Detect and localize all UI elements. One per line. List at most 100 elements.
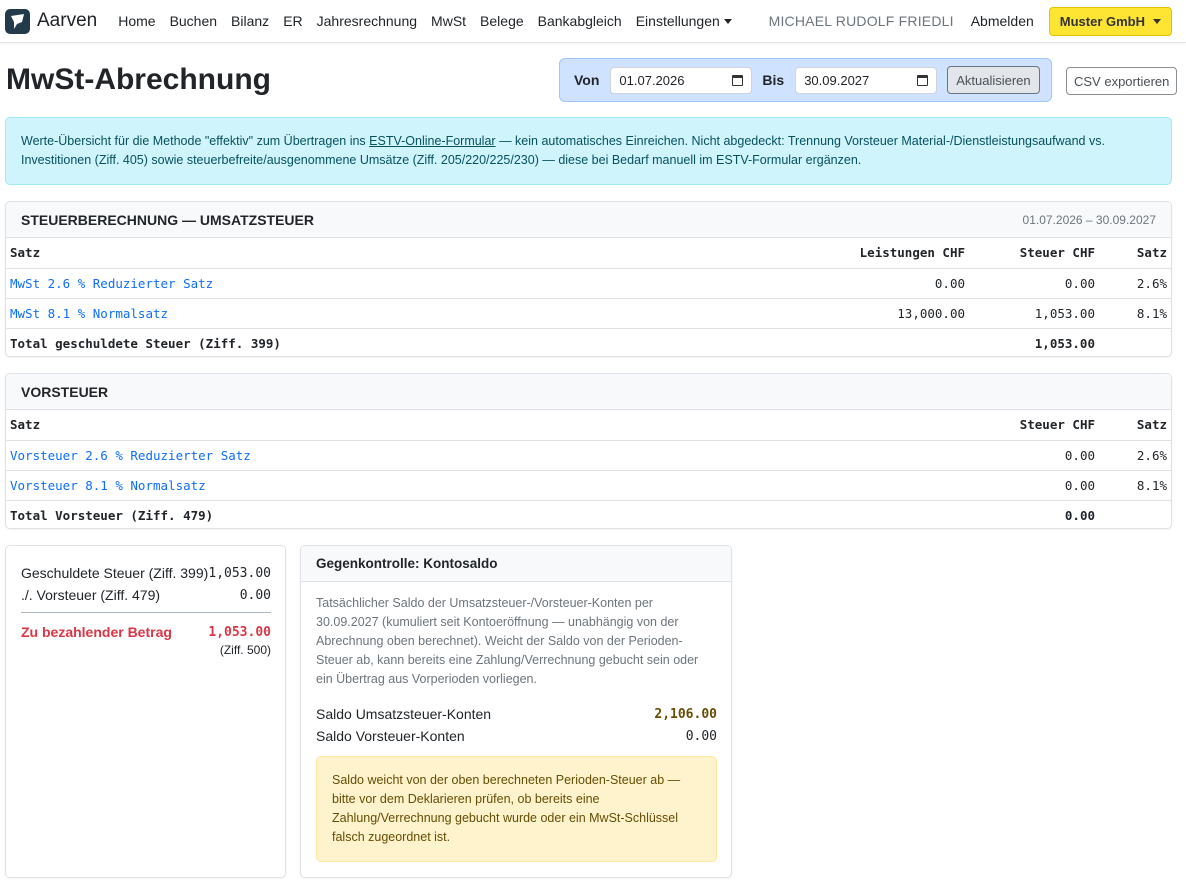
col-steuer: Steuer CHF	[969, 410, 1099, 441]
nav-er[interactable]: ER	[283, 13, 302, 29]
umsatzsteuer-table: Satz Leistungen CHF Steuer CHF Satz MwSt…	[6, 238, 1171, 356]
col-leistungen: Leistungen CHF	[839, 238, 969, 269]
satz-value: 2.6%	[1099, 440, 1171, 471]
umsatzsteuer-period: 01.07.2026 – 30.09.2027	[1022, 212, 1156, 227]
vorsteuer-card: VORSTEUER Satz Steuer CHF Satz Vorsteuer…	[5, 373, 1172, 529]
total-label: Total geschuldete Steuer (Ziff. 399)	[10, 335, 281, 351]
amount-due-note: (Ziff. 500)	[219, 643, 271, 657]
saldo-vorsteuer-value: 0.00	[685, 728, 717, 744]
period-filter: Von 01.07.2026 Bis 30.09.2027 Aktualisie…	[559, 58, 1052, 102]
col-steuer: Steuer CHF	[969, 238, 1099, 269]
owed-tax-row: Geschuldete Steuer (Ziff. 399) 1,053.00	[21, 562, 271, 584]
calendar-icon[interactable]	[732, 74, 744, 86]
refresh-button[interactable]: Aktualisieren	[947, 66, 1040, 94]
amount-due-value: 1,053.00	[208, 624, 271, 640]
to-label: Bis	[762, 72, 785, 88]
owed-tax-value: 1,053.00	[208, 565, 271, 581]
nav-bankabgleich[interactable]: Bankabgleich	[538, 13, 622, 29]
total-value: 1,053.00	[1034, 335, 1095, 351]
amount-due-label: Zu bezahlender Betrag	[21, 624, 172, 640]
nav-einstellungen-label: Einstellungen	[635, 13, 720, 29]
total-row: Total Vorsteuer (Ziff. 479) 0.00	[6, 500, 1171, 528]
chevron-down-icon	[1153, 18, 1161, 24]
col-satz-rate: Satz	[1099, 410, 1171, 441]
col-satz: Satz	[6, 410, 969, 441]
nav-buchen[interactable]: Buchen	[170, 13, 217, 29]
table-row: Vorsteuer 2.6 % Reduzierter Satz 0.00 2.…	[6, 440, 1171, 471]
page-title: MwSt-Abrechnung	[6, 63, 271, 96]
nav-einstellungen-dropdown[interactable]: Einstellungen	[636, 13, 732, 29]
logout-link[interactable]: Abmelden	[971, 13, 1034, 29]
saldo-umsatz-value: 2,106.00	[654, 706, 717, 722]
saldo-vorsteuer-label: Saldo Vorsteuer-Konten	[316, 728, 465, 744]
steuer-value: 0.00	[969, 268, 1099, 299]
aarven-logo-icon	[5, 8, 30, 34]
to-date-input[interactable]: 30.09.2027	[795, 66, 938, 94]
total-row: Total geschuldete Steuer (Ziff. 399) 1,0…	[6, 328, 1171, 356]
steuer-value: 0.00	[969, 470, 1099, 501]
leistungen-value: 13,000.00	[839, 298, 969, 329]
umsatzsteuer-title: STEUERBERECHNUNG — UMSATZSTEUER	[21, 211, 314, 228]
saldo-vorsteuer-row: Saldo Vorsteuer-Konten 0.00	[316, 725, 717, 747]
owed-tax-label: Geschuldete Steuer (Ziff. 399)	[21, 565, 209, 581]
calendar-icon[interactable]	[917, 74, 929, 86]
table-row: Vorsteuer 8.1 % Normalsatz 0.00 8.1%	[6, 470, 1171, 501]
steuer-value: 0.00	[969, 440, 1099, 471]
satz-value: 8.1%	[1099, 470, 1171, 501]
input-tax-value: 0.00	[239, 587, 271, 603]
table-header-row: Satz Steuer CHF Satz	[6, 410, 1171, 441]
rate-link-vorsteuer-reduziert[interactable]: Vorsteuer 2.6 % Reduzierter Satz	[10, 448, 251, 463]
brand[interactable]: Aarven	[5, 8, 98, 34]
info-alert: Werte-Übersicht für die Methode "effekti…	[5, 117, 1172, 185]
info-text-before: Werte-Übersicht für die Methode "effekti…	[21, 134, 370, 148]
satz-value: 8.1%	[1099, 298, 1171, 329]
table-header-row: Satz Leistungen CHF Steuer CHF Satz	[6, 238, 1171, 269]
control-card-header: Gegenkontrolle: Kontosaldo	[301, 546, 731, 582]
company-name: Muster GmbH	[1059, 13, 1145, 29]
rate-link-reduziert[interactable]: MwSt 2.6 % Reduzierter Satz	[10, 276, 213, 291]
from-date-input[interactable]: 01.07.2026	[610, 66, 753, 94]
divider	[21, 612, 271, 613]
navbar: Aarven Home Buchen Bilanz ER Jahresrechn…	[0, 0, 1186, 43]
total-value: 0.00	[1064, 507, 1095, 523]
nav-jahresrechnung[interactable]: Jahresrechnung	[317, 13, 417, 29]
user-name: MICHAEL RUDOLF FRIEDLI	[768, 13, 954, 29]
nav-belege[interactable]: Belege	[480, 13, 524, 29]
nav-home[interactable]: Home	[118, 13, 155, 29]
warning-alert: Saldo weicht von der oben berechneten Pe…	[316, 756, 717, 862]
rate-link-normal[interactable]: MwSt 8.1 % Normalsatz	[10, 306, 168, 321]
total-label: Total Vorsteuer (Ziff. 479)	[10, 507, 214, 523]
estv-form-link[interactable]: ESTV-Online-Formular	[369, 134, 495, 148]
col-satz-rate: Satz	[1099, 238, 1171, 269]
leistungen-value: 0.00	[839, 268, 969, 299]
saldo-umsatz-row: Saldo Umsatzsteuer-Konten 2,106.00	[316, 703, 717, 725]
amount-due-row: Zu bezahlender Betrag 1,053.00	[21, 621, 271, 643]
from-label: Von	[574, 72, 600, 88]
umsatzsteuer-card-header: STEUERBERECHNUNG — UMSATZSTEUER 01.07.20…	[6, 202, 1171, 238]
to-date-value: 30.09.2027	[804, 72, 870, 88]
col-satz: Satz	[6, 238, 839, 269]
input-tax-label: ./. Vorsteuer (Ziff. 479)	[21, 587, 161, 603]
vorsteuer-title: VORSTEUER	[21, 383, 109, 400]
company-switch-button[interactable]: Muster GmbH	[1048, 6, 1172, 36]
page-header: MwSt-Abrechnung Von 01.07.2026 Bis 30.09…	[0, 43, 1186, 117]
table-row: MwSt 8.1 % Normalsatz 13,000.00 1,053.00…	[6, 298, 1171, 329]
vorsteuer-table: Satz Steuer CHF Satz Vorsteuer 2.6 % Red…	[6, 410, 1171, 528]
nav-bilanz[interactable]: Bilanz	[231, 13, 269, 29]
brand-name: Aarven	[37, 10, 98, 31]
satz-value: 2.6%	[1099, 268, 1171, 299]
nav-mwst[interactable]: MwSt	[431, 13, 466, 29]
control-description: Tatsächlicher Saldo der Umsatzsteuer-/Vo…	[316, 596, 699, 686]
csv-export-button[interactable]: CSV exportieren	[1066, 67, 1178, 95]
umsatzsteuer-card: STEUERBERECHNUNG — UMSATZSTEUER 01.07.20…	[5, 201, 1172, 357]
summary-card: Geschuldete Steuer (Ziff. 399) 1,053.00 …	[5, 545, 286, 878]
control-title: Gegenkontrolle: Kontosaldo	[316, 556, 498, 571]
input-tax-row: ./. Vorsteuer (Ziff. 479) 0.00	[21, 584, 271, 606]
steuer-value: 1,053.00	[969, 298, 1099, 329]
table-row: MwSt 2.6 % Reduzierter Satz 0.00 0.00 2.…	[6, 268, 1171, 299]
rate-link-vorsteuer-normal[interactable]: Vorsteuer 8.1 % Normalsatz	[10, 478, 206, 493]
saldo-umsatz-label: Saldo Umsatzsteuer-Konten	[316, 706, 492, 722]
from-date-value: 01.07.2026	[619, 72, 685, 88]
control-card: Gegenkontrolle: Kontosaldo Tatsächlicher…	[300, 545, 732, 878]
vorsteuer-card-header: VORSTEUER	[6, 374, 1171, 410]
